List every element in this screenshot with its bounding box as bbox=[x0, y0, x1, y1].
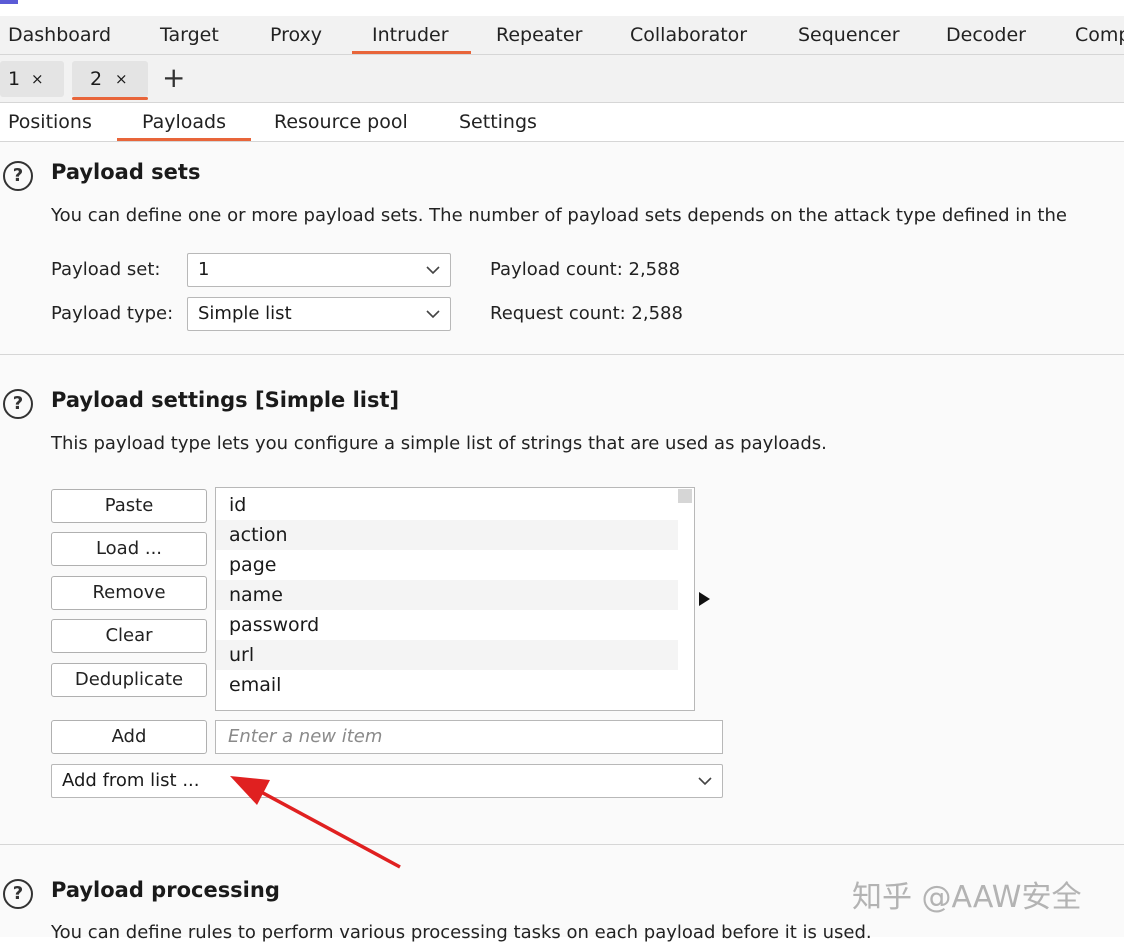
add-tab-icon[interactable]: + bbox=[162, 60, 185, 96]
subtab-payloads[interactable]: Payloads bbox=[117, 103, 251, 141]
new-item-input[interactable]: Enter a new item bbox=[215, 720, 723, 754]
list-item[interactable]: page bbox=[216, 550, 678, 580]
tab-sequencer[interactable]: Sequencer bbox=[798, 16, 900, 54]
subtab-settings[interactable]: Settings bbox=[459, 103, 537, 141]
clear-button[interactable]: Clear bbox=[51, 619, 207, 653]
chevron-down-icon bbox=[698, 777, 712, 786]
window-top-strip bbox=[0, 0, 1124, 16]
list-item[interactable]: action bbox=[216, 520, 678, 550]
payload-settings-description: This payload type lets you configure a s… bbox=[51, 433, 827, 454]
tab-dashboard[interactable]: Dashboard bbox=[8, 16, 111, 54]
session-tab-1[interactable]: 1 × bbox=[0, 61, 64, 97]
add-from-list-label: Add from list ... bbox=[62, 770, 200, 791]
chevron-down-icon bbox=[426, 266, 440, 275]
add-button[interactable]: Add bbox=[51, 720, 207, 754]
session-tab-2[interactable]: 2 × bbox=[72, 61, 148, 100]
subtab-positions[interactable]: Positions bbox=[8, 103, 92, 141]
tab-comparer[interactable]: Comp bbox=[1075, 16, 1124, 54]
list-scrollbar[interactable] bbox=[678, 489, 692, 503]
close-icon[interactable]: × bbox=[115, 61, 128, 97]
app-icon bbox=[0, 0, 18, 4]
watermark: 知乎 @AAW安全 bbox=[852, 880, 1082, 915]
help-icon[interactable]: ? bbox=[3, 879, 33, 909]
tab-target[interactable]: Target bbox=[160, 16, 219, 54]
payload-list[interactable]: id action page name password url email bbox=[215, 487, 695, 711]
list-item[interactable]: email bbox=[216, 670, 678, 700]
payload-settings-title: Payload settings [Simple list] bbox=[51, 388, 400, 412]
deduplicate-button[interactable]: Deduplicate bbox=[51, 663, 207, 697]
add-from-list-select[interactable]: Add from list ... bbox=[51, 764, 723, 798]
intruder-subtabs: Positions Payloads Resource pool Setting… bbox=[0, 103, 1124, 142]
tab-intruder[interactable]: Intruder bbox=[352, 16, 470, 54]
list-item[interactable]: name bbox=[216, 580, 678, 610]
main-nav: Dashboard Target Proxy Intruder Repeater… bbox=[0, 16, 1124, 55]
payload-count: Payload count: 2,588 bbox=[490, 259, 681, 280]
request-count: Request count: 2,588 bbox=[490, 303, 683, 324]
payload-type-label: Payload type: bbox=[51, 303, 174, 324]
chevron-down-icon bbox=[426, 310, 440, 319]
payload-sets-title: Payload sets bbox=[51, 160, 201, 184]
payload-set-label: Payload set: bbox=[51, 259, 161, 280]
list-item[interactable]: password bbox=[216, 610, 678, 640]
session-tab-label: 2 bbox=[90, 68, 103, 90]
tab-collaborator[interactable]: Collaborator bbox=[630, 16, 747, 54]
payload-set-select[interactable]: 1 bbox=[187, 253, 451, 287]
tab-repeater[interactable]: Repeater bbox=[496, 16, 582, 54]
expand-arrow-icon[interactable] bbox=[699, 592, 710, 606]
paste-button[interactable]: Paste bbox=[51, 489, 207, 523]
section-divider bbox=[0, 844, 1124, 845]
payload-type-select[interactable]: Simple list bbox=[187, 297, 451, 331]
list-item[interactable]: url bbox=[216, 640, 678, 670]
payload-set-value: 1 bbox=[198, 259, 210, 280]
payload-type-value: Simple list bbox=[198, 303, 292, 324]
load-button[interactable]: Load ... bbox=[51, 532, 207, 566]
close-icon[interactable]: × bbox=[31, 61, 44, 97]
section-divider bbox=[0, 354, 1124, 355]
remove-button[interactable]: Remove bbox=[51, 576, 207, 610]
tab-proxy[interactable]: Proxy bbox=[270, 16, 322, 54]
payload-sets-description: You can define one or more payload sets.… bbox=[51, 205, 1067, 226]
help-icon[interactable]: ? bbox=[3, 389, 33, 419]
list-item[interactable]: id bbox=[216, 490, 678, 520]
session-tab-label: 1 bbox=[8, 68, 21, 90]
payload-processing-description: You can define rules to perform various … bbox=[51, 922, 872, 943]
subtab-resource-pool[interactable]: Resource pool bbox=[274, 103, 408, 141]
help-icon[interactable]: ? bbox=[3, 161, 33, 191]
payload-processing-title: Payload processing bbox=[51, 878, 280, 902]
tab-decoder[interactable]: Decoder bbox=[946, 16, 1026, 54]
